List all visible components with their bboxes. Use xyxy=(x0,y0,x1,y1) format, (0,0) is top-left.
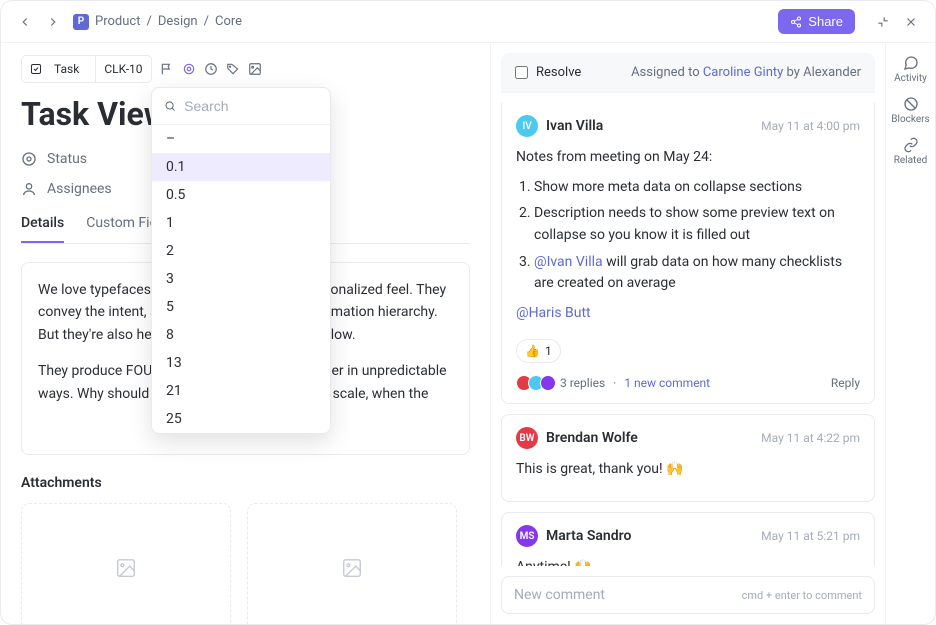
image-icon[interactable] xyxy=(248,62,262,76)
comment: BW Brendan Wolfe May 11 at 4:22 pm This … xyxy=(501,414,875,502)
reply-avatars xyxy=(516,375,552,391)
comment-time: May 11 at 5:21 pm xyxy=(761,529,860,543)
mention[interactable]: @Ivan Villa xyxy=(534,254,603,270)
reply-button[interactable]: Reply xyxy=(831,376,860,390)
dropdown-option[interactable]: 1 xyxy=(152,209,330,237)
tab-custom-fields[interactable]: Custom Fie xyxy=(86,215,157,243)
product-badge-icon: P xyxy=(73,14,89,30)
back-button[interactable] xyxy=(13,10,37,34)
avatar: BW xyxy=(516,427,538,449)
attachment-slot[interactable] xyxy=(247,503,457,624)
dropdown-option[interactable]: 0.5 xyxy=(152,181,330,209)
dropdown-option[interactable]: 3 xyxy=(152,265,330,293)
comment-author: Ivan Villa xyxy=(546,118,603,134)
flag-icon[interactable] xyxy=(160,62,174,76)
share-button[interactable]: Share xyxy=(778,9,855,34)
comment-time: May 11 at 4:22 pm xyxy=(761,431,860,445)
breadcrumb[interactable]: P Product / Design / Core xyxy=(73,14,242,30)
collapse-icon[interactable] xyxy=(871,10,895,34)
comment: MS Marta Sandro May 11 at 5:21 pm Anytim… xyxy=(501,512,875,566)
dropdown-option[interactable]: 8 xyxy=(152,321,330,349)
comment-author: Marta Sandro xyxy=(546,528,631,544)
points-dropdown: –0.10.512358132125 xyxy=(151,87,331,434)
dropdown-option[interactable]: 0.1 xyxy=(152,153,330,181)
close-button[interactable] xyxy=(899,10,923,34)
assignee-link[interactable]: Caroline Ginty xyxy=(703,65,783,80)
attachment-slot[interactable] xyxy=(21,503,231,624)
sidebar-related[interactable]: Related xyxy=(894,137,928,166)
dropdown-option[interactable]: 21 xyxy=(152,377,330,405)
tab-details[interactable]: Details xyxy=(21,215,64,243)
dropdown-option[interactable]: – xyxy=(152,125,330,153)
dropdown-search-input[interactable] xyxy=(184,98,318,114)
comment-time: May 11 at 4:00 pm xyxy=(761,119,860,133)
sidebar-activity[interactable]: Activity xyxy=(894,55,927,84)
sidebar-blockers[interactable]: Blockers xyxy=(891,96,929,125)
compose-hint: cmd + enter to comment xyxy=(742,589,862,602)
mention[interactable]: @Haris Butt xyxy=(516,305,591,321)
comment: IV Ivan Villa May 11 at 4:00 pm Notes fr… xyxy=(501,103,875,404)
sprint-points-icon[interactable] xyxy=(182,62,196,76)
task-id-pill[interactable]: Task CLK-10 xyxy=(21,55,152,83)
resolve-bar: Resolve Assigned to Caroline Ginty by Al… xyxy=(501,53,875,93)
time-icon[interactable] xyxy=(204,62,218,76)
attachments-heading: Attachments xyxy=(21,475,470,491)
search-icon xyxy=(164,99,176,113)
resolve-checkbox[interactable] xyxy=(515,66,528,79)
dropdown-option[interactable]: 5 xyxy=(152,293,330,321)
tag-icon[interactable] xyxy=(226,62,240,76)
new-comment-indicator[interactable]: 1 new comment xyxy=(624,376,710,390)
forward-button[interactable] xyxy=(41,10,65,34)
reaction-button[interactable]: 👍 1 xyxy=(516,339,561,364)
dropdown-option[interactable]: 25 xyxy=(152,405,330,433)
comment-author: Brendan Wolfe xyxy=(546,430,638,446)
dropdown-option[interactable]: 13 xyxy=(152,349,330,377)
avatar: IV xyxy=(516,115,538,137)
avatar: MS xyxy=(516,525,538,547)
compose-input[interactable]: New comment cmd + enter to comment xyxy=(501,576,875,614)
dropdown-option[interactable]: 2 xyxy=(152,237,330,265)
